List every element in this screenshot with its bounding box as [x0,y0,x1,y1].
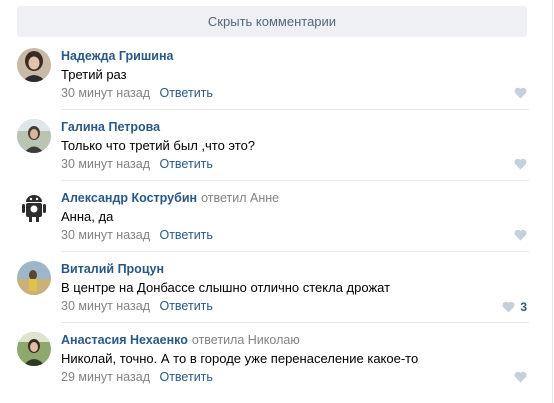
comment-text: Третий раз [61,67,127,82]
heart-icon [514,158,527,170]
author-name[interactable]: Надежда Гришина [61,49,173,63]
comment-time[interactable]: 30 минут назад [61,157,150,171]
comment-item: Надежда Гришина Третий раз 30 минут наза… [0,38,554,109]
avatar[interactable] [17,332,51,366]
comment-meta: 30 минут назад Ответить [61,299,213,313]
comment-time[interactable]: 29 минут назад [61,370,150,384]
comment-time[interactable]: 30 минут назад [61,228,150,242]
like-button[interactable] [514,229,527,241]
avatar[interactable] [17,48,51,82]
replied-to-link[interactable]: ответила Николаю [192,333,300,347]
comment-time[interactable]: 30 минут назад [61,86,150,100]
comment-meta: 29 минут назад Ответить [61,370,213,384]
author-line: Виталий Процун [61,261,164,276]
author-line: Анастасия Нехаенко ответила Николаю [61,332,300,347]
avatar[interactable] [17,190,51,224]
heart-icon [514,371,527,383]
heart-icon [514,229,527,241]
comments-list: Надежда Гришина Третий раз 30 минут наза… [0,38,554,393]
heart-icon [514,87,527,99]
comment-item: Александр Кострубин ответил Анне Анна, да… [0,180,554,251]
reply-button[interactable]: Ответить [159,228,212,242]
comment-time[interactable]: 30 минут назад [61,299,150,313]
comment-meta: 30 минут назад Ответить [61,86,213,100]
like-button[interactable] [514,158,527,170]
comment-meta: 30 минут назад Ответить [61,228,213,242]
like-button[interactable]: 3 [502,300,527,314]
hide-comments-button[interactable]: Скрыть комментарии [17,6,527,37]
avatar[interactable] [17,119,51,153]
reply-button[interactable]: Ответить [159,370,212,384]
author-line: Александр Кострубин ответил Анне [61,190,279,205]
reply-button[interactable]: Ответить [159,86,212,100]
like-button[interactable] [514,371,527,383]
comment-text: В центре на Донбассе слышно отлично стек… [61,280,391,295]
author-line: Надежда Гришина [61,48,173,63]
reply-button[interactable]: Ответить [159,299,212,313]
heart-icon [502,301,515,313]
author-line: Галина Петрова [61,119,160,134]
comment-meta: 30 минут назад Ответить [61,157,213,171]
comment-text: Николай, точно. А то в городе уже перена… [61,351,419,366]
replied-to-link[interactable]: ответил Анне [201,191,279,205]
scrollbar-track [552,0,553,403]
comment-item: Анастасия Нехаенко ответила Николаю Никол… [0,322,554,393]
author-name[interactable]: Галина Петрова [61,120,160,134]
like-button[interactable] [514,87,527,99]
reply-button[interactable]: Ответить [159,157,212,171]
author-name[interactable]: Виталий Процун [61,262,164,276]
comment-item: Виталий Процун В центре на Донбассе слыш… [0,251,554,322]
avatar[interactable] [17,261,51,295]
like-count: 3 [520,300,527,314]
comment-text: Анна, да [61,209,114,224]
author-name[interactable]: Александр Кострубин [61,191,197,205]
comment-item: Галина Петрова Только что третий был ,чт… [0,109,554,180]
comment-text: Только что третий был ,что это? [61,138,256,153]
author-name[interactable]: Анастасия Нехаенко [61,333,188,347]
